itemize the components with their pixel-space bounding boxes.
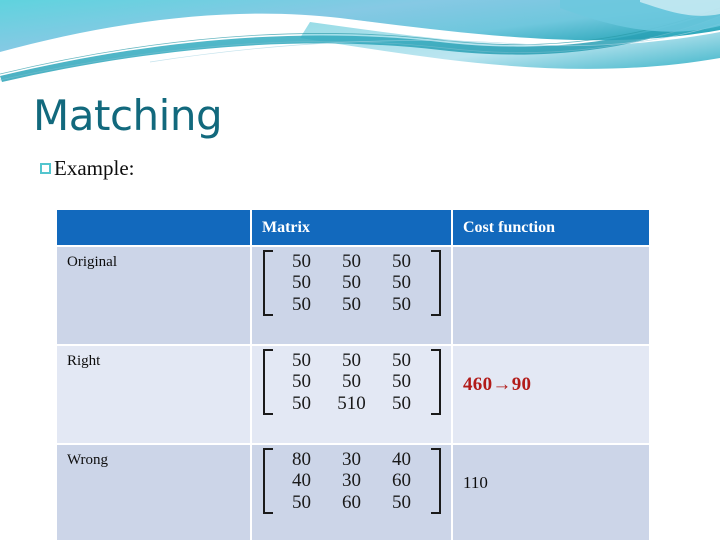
- row-matrix-cell: 50 50 50 50 50 50 50 50 50: [252, 247, 451, 344]
- matrix-cell: 50: [342, 293, 361, 315]
- matrix-wrong: 80 30 40 40 30 60 50 60 50: [262, 448, 441, 514]
- row-label: Original: [57, 247, 250, 344]
- matrix-cell: 30: [342, 449, 361, 470]
- table-row: Right 50 50 50 50 50 50 50 510 50 460→90: [57, 346, 649, 443]
- matrix-cell: 50: [392, 251, 411, 272]
- matrix-cell: 30: [342, 470, 361, 492]
- bullet-item-label: Example:: [54, 156, 135, 180]
- matrix-bracket-right-icon: [430, 349, 441, 415]
- matrix-bracket-left-icon: [262, 250, 273, 316]
- hollow-square-bullet-icon: [40, 163, 51, 174]
- matrix-right: 50 50 50 50 50 50 50 510 50: [262, 349, 441, 415]
- matrix-cell: 60: [342, 491, 361, 513]
- matrix-cell: 50: [292, 350, 311, 371]
- matrix-bracket-left-icon: [262, 349, 273, 415]
- matrix-cell: 50: [292, 491, 311, 513]
- matrix-cell: 40: [392, 449, 411, 470]
- matrix-cell: 40: [292, 470, 311, 492]
- cost-value: 460→90: [463, 374, 532, 395]
- row-cost-cell: 110: [453, 445, 649, 540]
- row-label: Wrong: [57, 445, 250, 540]
- matrix-cell: 510: [337, 392, 366, 414]
- row-matrix-cell: 50 50 50 50 50 50 50 510 50: [252, 346, 451, 443]
- matrix-bracket-right-icon: [430, 250, 441, 316]
- matrix-original: 50 50 50 50 50 50 50 50 50: [262, 250, 441, 316]
- bullet-item-example: Example:: [40, 158, 134, 179]
- matrix-cell: 50: [392, 491, 411, 513]
- column-header-blank: [57, 210, 250, 245]
- row-cost-cell: 460→90: [453, 346, 649, 443]
- matrix-cell: 50: [392, 272, 411, 294]
- cost-value: 110: [463, 473, 488, 492]
- matrix-cell: 50: [392, 392, 411, 414]
- column-header-cost-function: Cost function: [453, 210, 649, 245]
- matrix-cell: 50: [392, 350, 411, 371]
- matrix-cell: 50: [342, 371, 361, 393]
- comparison-table: Matrix Cost function Original 50 50 50 5…: [55, 208, 651, 540]
- row-matrix-cell: 80 30 40 40 30 60 50 60 50: [252, 445, 451, 540]
- slide: Matching Example: Matrix Cost function O…: [0, 0, 720, 540]
- matrix-cell: 50: [292, 392, 311, 414]
- matrix-cell: 50: [392, 293, 411, 315]
- matrix-cell: 50: [342, 350, 361, 371]
- matrix-cell: 60: [392, 470, 411, 492]
- matrix-bracket-left-icon: [262, 448, 273, 514]
- matrix-cell: 50: [292, 371, 311, 393]
- matrix-bracket-right-icon: [430, 448, 441, 514]
- matrix-cell: 50: [292, 293, 311, 315]
- page-title: Matching: [33, 91, 223, 140]
- matrix-cell: 50: [392, 371, 411, 393]
- matrix-cell: 80: [292, 449, 311, 470]
- table-header-row: Matrix Cost function: [57, 210, 649, 245]
- matrix-cell: 50: [342, 251, 361, 272]
- column-header-matrix: Matrix: [252, 210, 451, 245]
- table-row: Original 50 50 50 50 50 50 50 50 50: [57, 247, 649, 344]
- matrix-cell: 50: [292, 251, 311, 272]
- matrix-cell: 50: [342, 272, 361, 294]
- decorative-banner: [0, 0, 720, 92]
- matrix-cell: 50: [292, 272, 311, 294]
- table-row: Wrong 80 30 40 40 30 60 50 60 50 110: [57, 445, 649, 540]
- row-cost-cell: [453, 247, 649, 344]
- row-label: Right: [57, 346, 250, 443]
